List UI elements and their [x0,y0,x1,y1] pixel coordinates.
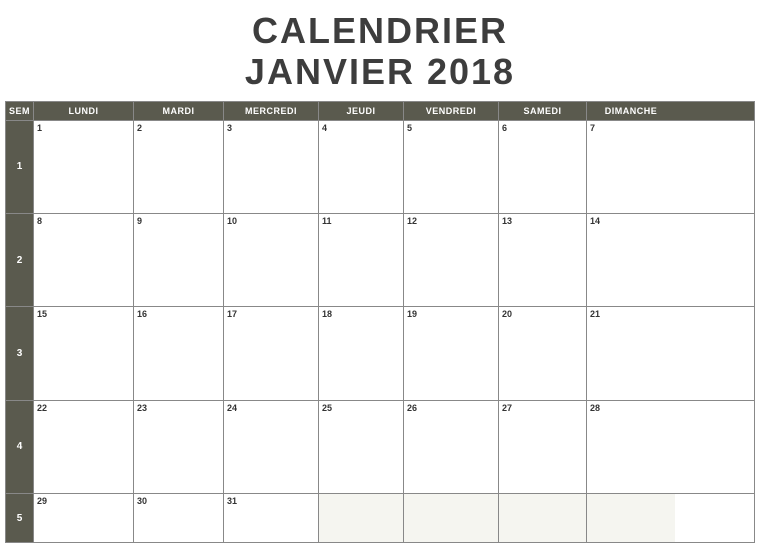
title-line1: CALENDRIER [252,10,508,51]
day-number: 17 [227,309,237,319]
day-cell: 26 [404,401,499,493]
calendar-grid: SEM LUNDI MARDI MERCREDI JEUDI VENDREDI … [5,101,755,543]
day-number: 23 [137,403,147,413]
day-cell: 8 [34,214,134,306]
day-cell: 16 [134,307,224,399]
header-samedi: SAMEDI [499,102,587,120]
day-number: 2 [137,123,142,133]
day-number: 3 [227,123,232,133]
calendar-header: SEM LUNDI MARDI MERCREDI JEUDI VENDREDI … [6,102,754,120]
day-cell: 21 [587,307,675,399]
calendar-page: CALENDRIER JANVIER 2018 SEM LUNDI MARDI … [0,0,760,548]
day-cell: 14 [587,214,675,306]
day-cell: 9 [134,214,224,306]
day-cell: 24 [224,401,319,493]
day-number: 29 [37,496,47,506]
header-lundi: LUNDI [34,102,134,120]
day-cell: 2 [134,121,224,213]
day-cell: 25 [319,401,404,493]
day-number: 25 [322,403,332,413]
day-cell: 7 [587,121,675,213]
day-number: 13 [502,216,512,226]
header-mardi: MARDI [134,102,224,120]
day-number: 4 [322,123,327,133]
day-cell: 28 [587,401,675,493]
week-row-3: 3 15 16 17 18 19 20 21 [6,306,754,399]
day-number: 24 [227,403,237,413]
day-number: 8 [37,216,42,226]
header-sem: SEM [6,102,34,120]
week-num-3: 3 [6,307,34,399]
day-number: 28 [590,403,600,413]
day-cell: 19 [404,307,499,399]
week-row-2: 2 8 9 10 11 12 13 14 [6,213,754,306]
day-cell: 29 [34,494,134,542]
day-cell: 3 [224,121,319,213]
day-cell: 20 [499,307,587,399]
day-number: 21 [590,309,600,319]
day-cell: 27 [499,401,587,493]
day-cell: 15 [34,307,134,399]
day-number: 12 [407,216,417,226]
day-number: 11 [322,216,332,226]
day-number: 18 [322,309,332,319]
day-number: 19 [407,309,417,319]
day-number: 27 [502,403,512,413]
day-cell: 4 [319,121,404,213]
week-row-4: 4 22 23 24 25 26 27 28 [6,400,754,493]
day-number: 5 [407,123,412,133]
day-cell: 1 [34,121,134,213]
day-cell-empty [319,494,404,542]
week-num-2: 2 [6,214,34,306]
day-number: 6 [502,123,507,133]
header-jeudi: JEUDI [319,102,404,120]
day-number: 15 [37,309,47,319]
day-number: 7 [590,123,595,133]
day-cell-empty [499,494,587,542]
day-cell: 10 [224,214,319,306]
day-cell: 23 [134,401,224,493]
day-cell-empty [587,494,675,542]
day-cell: 5 [404,121,499,213]
week-num-5: 5 [6,494,34,542]
day-number: 10 [227,216,237,226]
week-num-1: 1 [6,121,34,213]
day-number: 31 [227,496,237,506]
day-cell: 31 [224,494,319,542]
day-cell: 11 [319,214,404,306]
day-cell: 6 [499,121,587,213]
header-vendredi: VENDREDI [404,102,499,120]
day-number: 9 [137,216,142,226]
day-number: 22 [37,403,47,413]
week-row-1: 1 1 2 3 4 5 6 7 [6,120,754,213]
day-number: 1 [37,123,42,133]
day-number: 30 [137,496,147,506]
calendar-title: CALENDRIER JANVIER 2018 [0,10,760,93]
day-number: 16 [137,309,147,319]
title-line2: JANVIER 2018 [245,51,515,92]
day-cell: 17 [224,307,319,399]
week-row-5: 5 29 30 31 [6,493,754,542]
day-cell-empty [404,494,499,542]
day-cell: 30 [134,494,224,542]
day-cell: 18 [319,307,404,399]
day-cell: 12 [404,214,499,306]
week-num-4: 4 [6,401,34,493]
day-cell: 13 [499,214,587,306]
header-dimanche: DIMANCHE [587,102,675,120]
header-mercredi: MERCREDI [224,102,319,120]
day-number: 20 [502,309,512,319]
day-cell: 22 [34,401,134,493]
day-number: 14 [590,216,600,226]
day-number: 26 [407,403,417,413]
title-section: CALENDRIER JANVIER 2018 [0,0,760,101]
